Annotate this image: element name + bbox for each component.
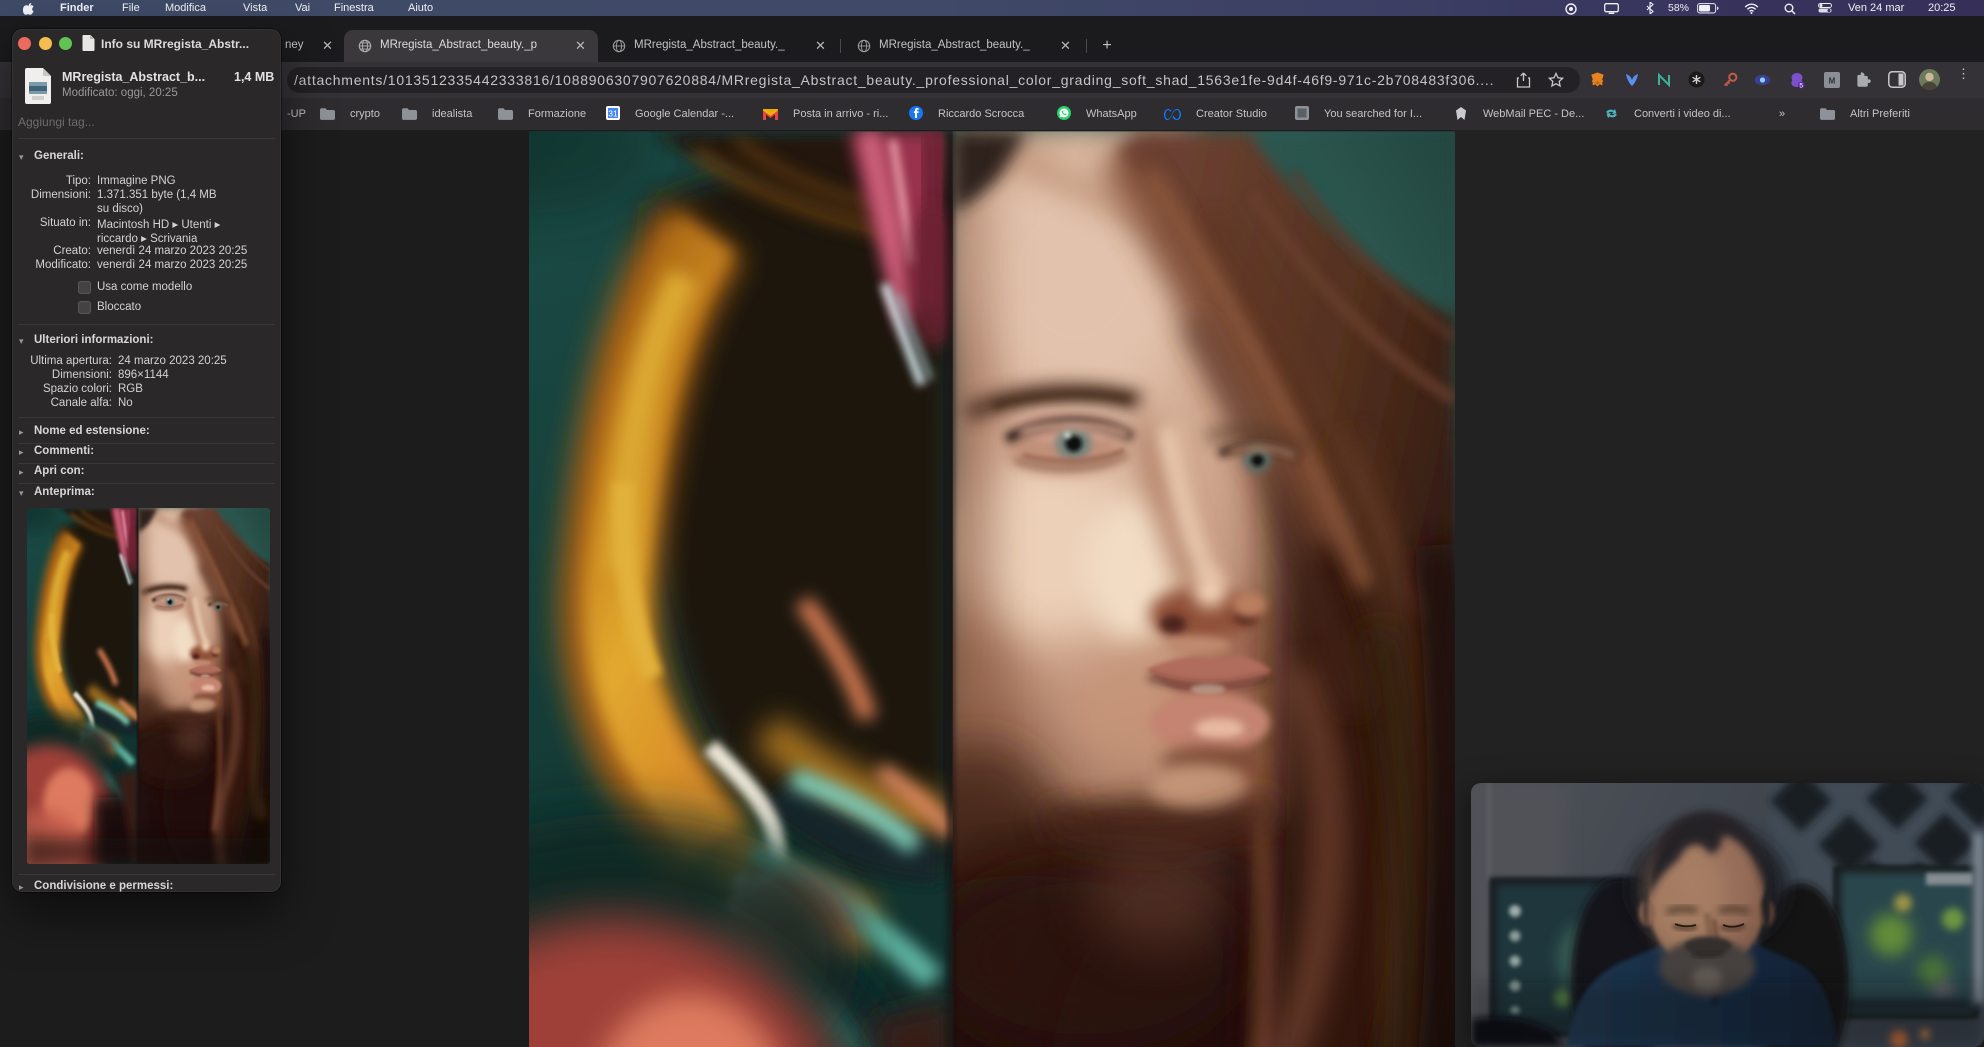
- svg-text:31: 31: [608, 108, 618, 118]
- svg-text:M: M: [1829, 77, 1836, 86]
- svg-text:5: 5: [1799, 82, 1803, 89]
